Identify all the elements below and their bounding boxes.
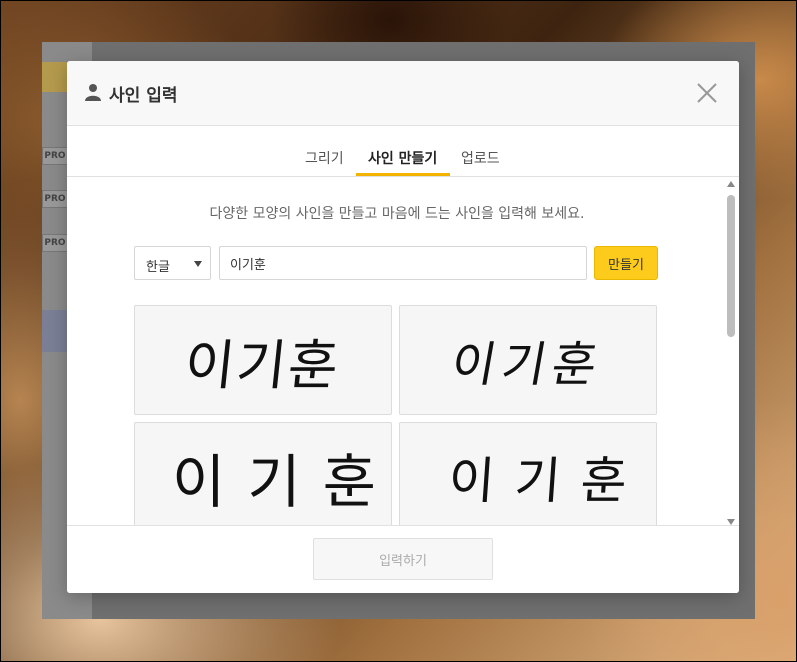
description-text: 다양한 모양의 사인을 만들고 마음에 드는 사인을 입력해 보세요. <box>209 206 585 222</box>
name-input[interactable] <box>219 246 587 280</box>
signature-text: 이기훈 <box>446 337 608 393</box>
language-select[interactable]: 한글 <box>134 246 211 280</box>
close-icon[interactable] <box>695 81 719 105</box>
active-tab-underline <box>356 173 450 176</box>
sign-input-modal: 사인 입력 그리기 사인 만들기 업로드 다양한 모양의 사인을 만들고 마음에… <box>67 61 739 593</box>
tab-create-sign[interactable]: 사인 만들기 <box>368 148 437 168</box>
make-button[interactable]: 만들기 <box>594 246 658 280</box>
submit-button[interactable]: 입력하기 <box>313 538 493 580</box>
tab-upload[interactable]: 업로드 <box>461 148 500 168</box>
signature-option[interactable]: 이기훈 <box>134 422 392 526</box>
modal-header: 사인 입력 <box>67 61 739 126</box>
signature-option[interactable]: 이기훈 <box>399 422 657 526</box>
underlying-header-bar <box>42 62 68 92</box>
signature-text: 이기훈 <box>181 333 344 397</box>
signature-text: 이기훈 <box>446 452 649 510</box>
language-select-value: 한글 <box>146 260 170 275</box>
signature-option[interactable]: 이기훈 <box>399 305 657 415</box>
user-icon <box>85 84 101 101</box>
caret-down-icon <box>194 261 202 267</box>
modal-title: 사인 입력 <box>109 86 178 106</box>
sign-create-panel: 다양한 모양의 사인을 만들고 마음에 드는 사인을 입력해 보세요. 한글 만… <box>67 177 739 526</box>
modal-footer: 입력하기 <box>67 525 739 593</box>
signature-text: 이기훈 <box>171 450 392 515</box>
signature-option[interactable]: 이기훈 <box>134 305 392 415</box>
scroll-up-arrow-icon[interactable] <box>727 181 735 187</box>
content-scrollbar[interactable] <box>725 181 737 525</box>
tab-bar: 그리기 사인 만들기 업로드 <box>67 126 739 177</box>
tab-draw[interactable]: 그리기 <box>305 148 344 168</box>
scroll-thumb[interactable] <box>727 195 735 337</box>
underlying-selected-item <box>42 310 68 352</box>
pro-badge: PRO <box>42 147 68 165</box>
pro-badge: PRO <box>42 234 68 252</box>
pro-badge: PRO <box>42 190 68 208</box>
